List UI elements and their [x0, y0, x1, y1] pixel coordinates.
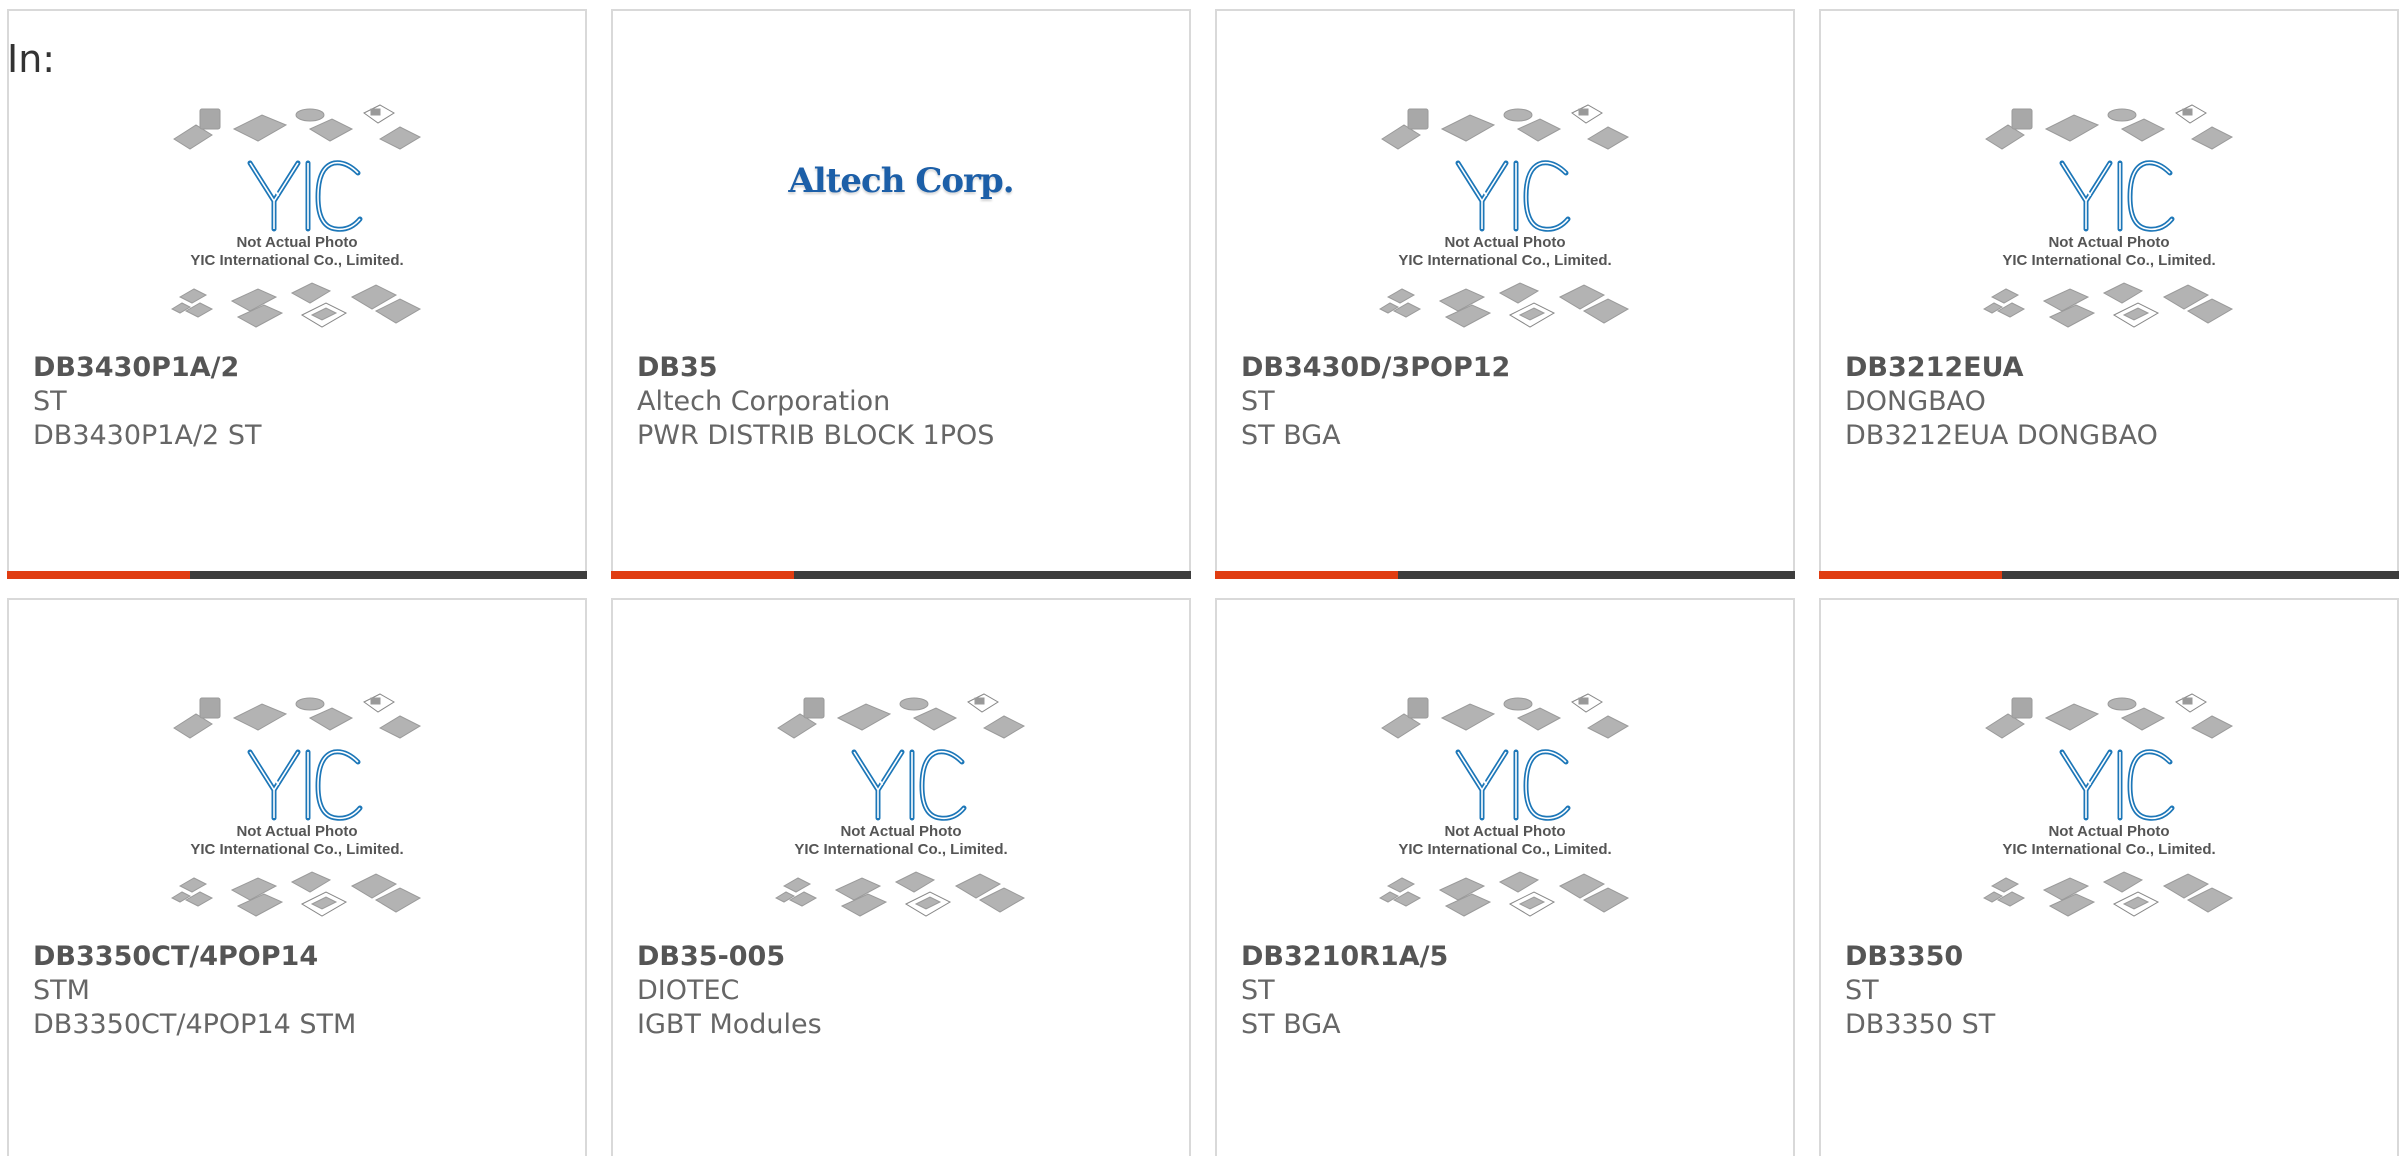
card-accent-bar-highlight [611, 571, 794, 579]
yic-placeholder-icon [766, 690, 1036, 930]
product-image-placeholder [1974, 101, 2244, 341]
manufacturer: ST [1241, 386, 1275, 417]
part-number-link[interactable]: DB3430D/3POP12 [1241, 351, 1769, 385]
product-image-placeholder [1974, 690, 2244, 930]
yic-placeholder-icon [1370, 690, 1640, 930]
product-card[interactable]: Altech Corp. DB35 Altech Corporation PWR… [611, 9, 1191, 579]
card-accent-bar [1215, 571, 1795, 579]
manufacturer: DONGBAO [1845, 386, 1986, 417]
part-number-link[interactable]: DB35 [637, 351, 1165, 385]
product-image-placeholder [1370, 690, 1640, 930]
product-card[interactable]: DB35-005 DIOTEC IGBT Modules [611, 598, 1191, 1156]
yic-placeholder-icon [1974, 101, 2244, 341]
product-card[interactable]: DB3212EUA DONGBAO DB3212EUA DONGBAO [1819, 9, 2399, 579]
description: DB3430P1A/2 ST [33, 420, 262, 451]
manufacturer: ST [1845, 975, 1879, 1006]
product-meta: DB3430P1A/2 ST DB3430P1A/2 ST [33, 351, 561, 453]
product-grid-page: In: DB3430P1A/2 ST DB3430P1A/2 ST Altech… [0, 0, 2400, 1156]
yic-placeholder-icon [1974, 690, 2244, 930]
product-card[interactable]: DB3430P1A/2 ST DB3430P1A/2 ST [7, 9, 587, 579]
product-meta: DB3212EUA DONGBAO DB3212EUA DONGBAO [1845, 351, 2373, 453]
product-image-placeholder [766, 690, 1036, 930]
manufacturer: Altech Corporation [637, 386, 891, 417]
product-card[interactable]: DB3350 ST DB3350 ST [1819, 598, 2399, 1156]
product-card[interactable]: DB3350CT/4POP14 STM DB3350CT/4POP14 STM [7, 598, 587, 1156]
product-meta: DB3210R1A/5 ST ST BGA [1241, 940, 1769, 1042]
description: ST BGA [1241, 420, 1341, 451]
product-meta: DB3350CT/4POP14 STM DB3350CT/4POP14 STM [33, 940, 561, 1042]
product-image-placeholder [162, 690, 432, 930]
description: DB3350 ST [1845, 1009, 1996, 1040]
altech-logo-image: Altech Corp. [788, 161, 1014, 201]
part-number-link[interactable]: DB3210R1A/5 [1241, 940, 1769, 974]
manufacturer: STM [33, 975, 90, 1006]
product-image-placeholder [1370, 101, 1640, 341]
part-number-link[interactable]: DB3212EUA [1845, 351, 2373, 385]
manufacturer: ST [33, 386, 67, 417]
part-number-link[interactable]: DB3430P1A/2 [33, 351, 561, 385]
card-accent-bar-highlight [7, 571, 190, 579]
description: ST BGA [1241, 1009, 1341, 1040]
yic-placeholder-icon [162, 690, 432, 930]
description: DB3212EUA DONGBAO [1845, 420, 2158, 451]
product-meta: DB3350 ST DB3350 ST [1845, 940, 2373, 1042]
manufacturer: ST [1241, 975, 1275, 1006]
card-accent-bar [7, 571, 587, 579]
card-accent-bar-highlight [1819, 571, 2002, 579]
product-meta: DB35-005 DIOTEC IGBT Modules [637, 940, 1165, 1042]
yic-placeholder-icon [1370, 101, 1640, 341]
card-accent-bar [1819, 571, 2399, 579]
product-meta: DB3430D/3POP12 ST ST BGA [1241, 351, 1769, 453]
manufacturer: DIOTEC [637, 975, 740, 1006]
card-accent-bar-highlight [1215, 571, 1398, 579]
product-card[interactable]: DB3210R1A/5 ST ST BGA [1215, 598, 1795, 1156]
product-card[interactable]: DB3430D/3POP12 ST ST BGA [1215, 9, 1795, 579]
filter-in-label: In: [7, 37, 56, 81]
description: IGBT Modules [637, 1009, 822, 1040]
description: DB3350CT/4POP14 STM [33, 1009, 357, 1040]
yic-placeholder-icon [162, 101, 432, 341]
card-accent-bar [611, 571, 1191, 579]
product-image-placeholder [162, 101, 432, 341]
part-number-link[interactable]: DB35-005 [637, 940, 1165, 974]
product-meta: DB35 Altech Corporation PWR DISTRIB BLOC… [637, 351, 1165, 453]
description: PWR DISTRIB BLOCK 1POS [637, 420, 995, 451]
part-number-link[interactable]: DB3350CT/4POP14 [33, 940, 561, 974]
part-number-link[interactable]: DB3350 [1845, 940, 2373, 974]
